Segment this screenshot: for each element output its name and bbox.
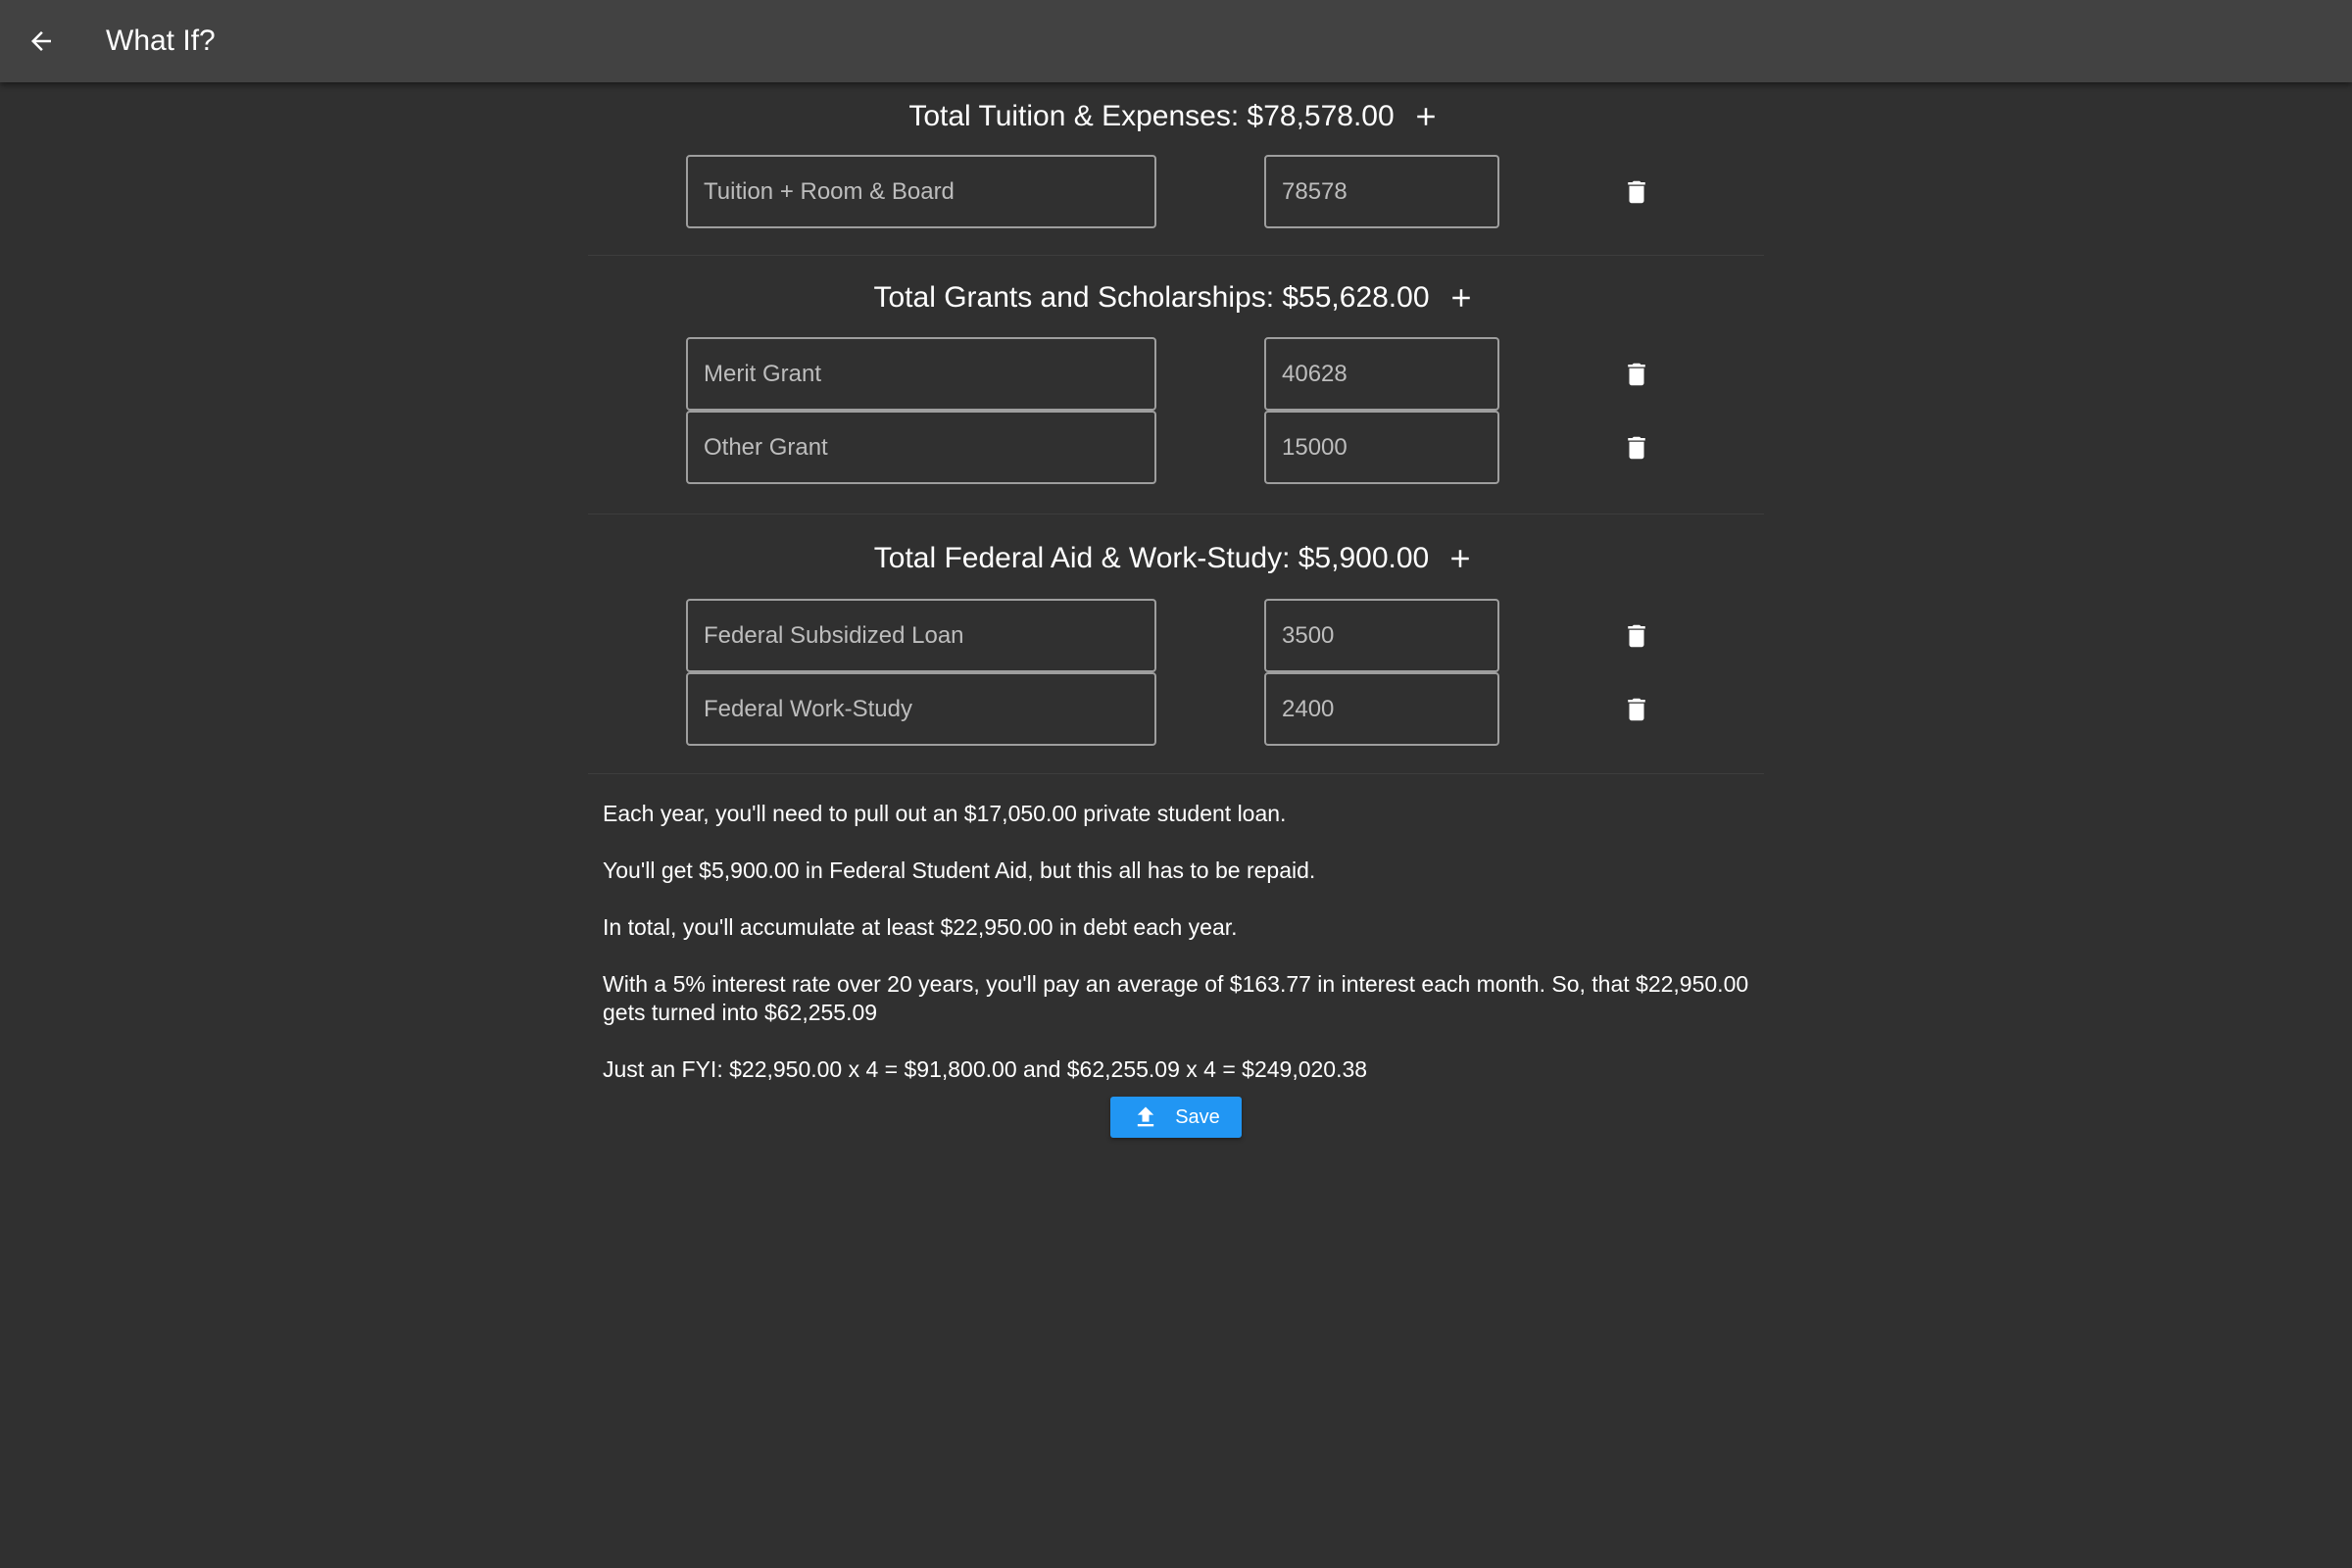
save-button[interactable]: Save (1110, 1097, 1242, 1138)
delete-item-button[interactable] (1619, 430, 1654, 466)
section-header: Total Tuition & Expenses: $78,578.00 (588, 82, 1764, 139)
main-content: Total Tuition & Expenses: $78,578.00 Tot… (588, 82, 1764, 1138)
save-row: Save (588, 1097, 1764, 1138)
summary-line-fyi: Just an FYI: $22,950.00 x 4 = $91,800.00… (603, 1056, 1368, 1082)
add-expense-button[interactable] (1408, 99, 1444, 134)
summary-line-federal-aid: You'll get $5,900.00 in Federal Student … (603, 858, 1316, 883)
add-grant-button[interactable] (1444, 280, 1479, 316)
federal-aid-section: Total Federal Aid & Work-Study: $5,900.0… (588, 514, 1764, 774)
item-name-field[interactable] (686, 672, 1156, 746)
item-name-field[interactable] (686, 337, 1156, 411)
list-item (588, 337, 1764, 411)
federal-aid-total-label: Total Federal Aid & Work-Study: $5,900.0… (873, 542, 1430, 574)
delete-item-button[interactable] (1619, 357, 1654, 392)
delete-item-button[interactable] (1619, 692, 1654, 727)
page-title: What If? (106, 24, 216, 57)
summary-text: Each year, you'll need to pull out an $1… (588, 774, 1764, 1084)
trash-icon (1628, 624, 1645, 648)
section-header: Total Grants and Scholarships: $55,628.0… (588, 256, 1764, 320)
item-name-field[interactable] (686, 155, 1156, 228)
plus-icon (1416, 108, 1435, 125)
list-item (588, 411, 1764, 484)
app-bar: What If? (0, 0, 2352, 82)
plus-icon (1451, 550, 1469, 567)
back-button[interactable] (18, 18, 65, 65)
summary-line-private-loan: Each year, you'll need to pull out an $1… (603, 801, 1287, 826)
summary-line-interest: With a 5% interest rate over 20 years, y… (603, 971, 1749, 1025)
arrow-left-icon (31, 31, 51, 51)
expenses-total-label: Total Tuition & Expenses: $78,578.00 (908, 100, 1395, 132)
list-item (588, 155, 1764, 228)
trash-icon (1628, 698, 1645, 721)
upload-icon (1138, 1106, 1154, 1127)
item-name-field[interactable] (686, 411, 1156, 484)
save-button-label: Save (1175, 1105, 1220, 1128)
delete-item-button[interactable] (1619, 174, 1654, 210)
grants-total-label: Total Grants and Scholarships: $55,628.0… (873, 281, 1430, 314)
list-item (588, 599, 1764, 672)
grants-section: Total Grants and Scholarships: $55,628.0… (588, 256, 1764, 514)
item-amount-field[interactable] (1264, 337, 1499, 411)
trash-icon (1628, 436, 1645, 460)
item-name-field[interactable] (686, 599, 1156, 672)
trash-icon (1628, 363, 1645, 386)
list-item (588, 672, 1764, 746)
item-amount-field[interactable] (1264, 155, 1499, 228)
trash-icon (1628, 180, 1645, 204)
plus-icon (1451, 289, 1470, 307)
section-header: Total Federal Aid & Work-Study: $5,900.0… (588, 514, 1764, 581)
summary-line-total-debt: In total, you'll accumulate at least $22… (603, 914, 1238, 940)
item-amount-field[interactable] (1264, 599, 1499, 672)
delete-item-button[interactable] (1619, 618, 1654, 654)
item-amount-field[interactable] (1264, 411, 1499, 484)
expenses-section: Total Tuition & Expenses: $78,578.00 (588, 82, 1764, 256)
add-federal-aid-button[interactable] (1443, 541, 1478, 576)
item-amount-field[interactable] (1264, 672, 1499, 746)
